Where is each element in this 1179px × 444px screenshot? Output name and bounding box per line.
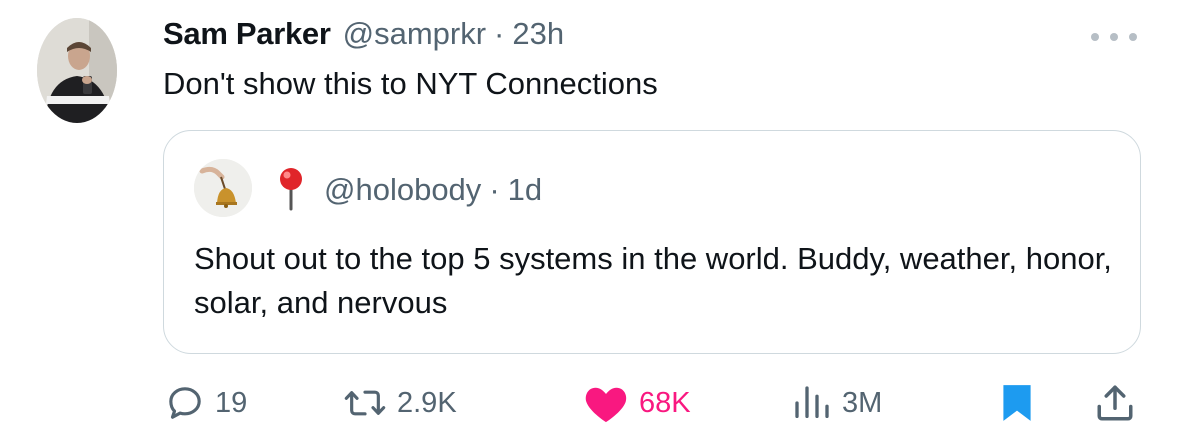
tweet-text: Don't show this to NYT Connections [163,66,658,101]
analytics-bar-icon [795,386,829,418]
quoted-tweet-timestamp[interactable]: 1d [508,170,542,210]
retweet-button[interactable]: 2.9K [343,378,457,428]
share-button[interactable] [1094,378,1136,428]
author-avatar[interactable] [37,18,117,123]
author-display-name[interactable]: Sam Parker [163,14,331,54]
tweet-action-bar: 19 2.9K 68K 3M [0,378,1179,428]
retweet-count: 2.9K [397,386,457,419]
reply-count: 19 [215,386,248,419]
heart-filled-icon [585,387,627,423]
quoted-tweet-card[interactable]: @holobody · 1d Shout out to the top 5 sy… [163,130,1141,354]
tweet-header: Sam Parker @samprkr · 23h [163,14,564,54]
quoted-author-handle[interactable]: @holobody [324,170,481,210]
views-button[interactable]: 3M [792,378,882,428]
views-count: 3M [842,386,883,419]
tweet-timestamp[interactable]: 23h [512,14,564,54]
more-dot [1129,33,1137,41]
bookmark-button[interactable] [1000,378,1034,428]
like-count: 68K [639,386,691,419]
more-options-button[interactable] [1091,30,1137,44]
like-button[interactable]: 68K [583,378,691,428]
reply-icon [169,387,201,419]
separator-dot: · [489,172,500,207]
author-handle[interactable]: @samprkr [343,14,486,54]
quoted-tweet-header: @holobody · 1d [324,170,542,210]
reply-button[interactable]: 19 [165,378,247,428]
separator-dot: · [494,16,505,51]
share-upload-icon [1097,385,1133,421]
more-horizontal-icon [1091,33,1099,41]
more-dot [1110,33,1118,41]
quoted-tweet-text: Shout out to the top 5 systems in the wo… [194,241,1112,320]
round-pushpin-icon [280,168,302,211]
bookmark-filled-icon [1003,385,1031,421]
retweet-icon [344,390,386,416]
quoted-author-avatar[interactable] [194,159,252,217]
